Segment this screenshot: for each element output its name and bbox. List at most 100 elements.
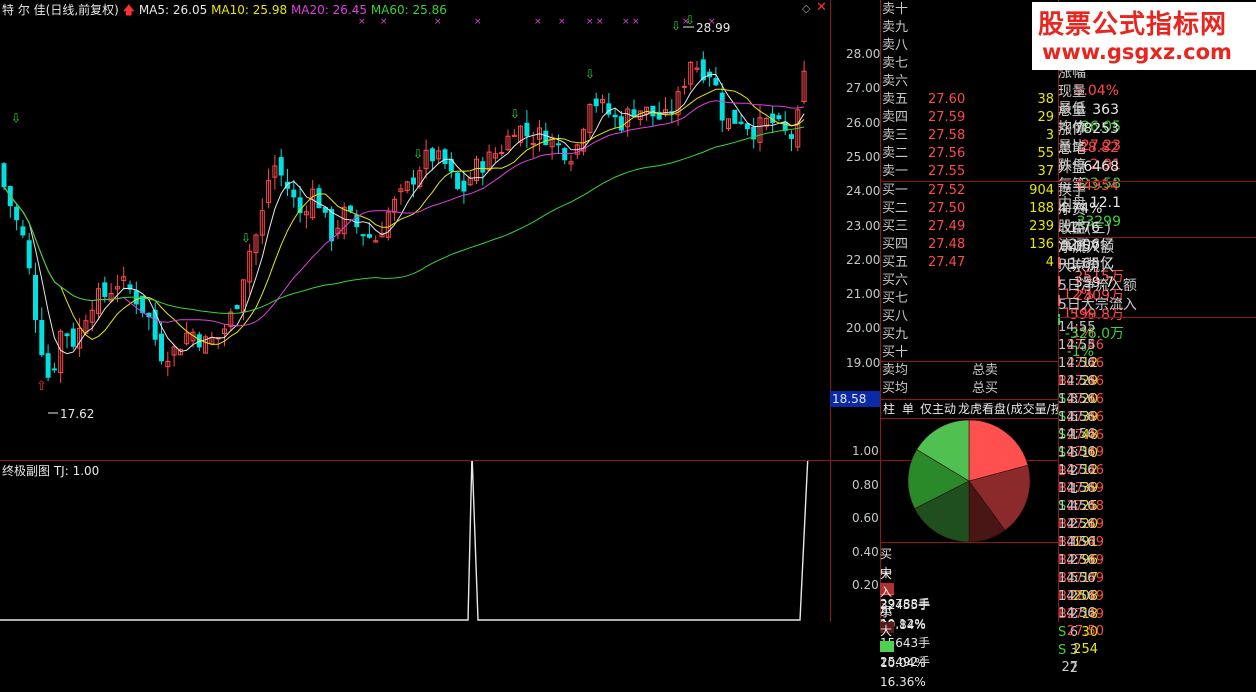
buy-level-row[interactable]: 买二 27.50 188 [880,200,1058,218]
candle-body [278,157,284,176]
watermark-title: 股票公式指标网 [1038,10,1228,40]
watermark-url: www.gsgxz.com [1042,40,1232,64]
candle-body [499,151,505,154]
sell-level-row[interactable]: 卖四 27.59 29 [880,109,1058,127]
buy-level-label: 买一 [882,183,909,198]
sell-level-row[interactable]: 卖三 27.58 3 [880,127,1058,145]
candle-body [789,134,794,139]
tick-time: 14:55 [1058,320,1096,335]
capital-flow-label: 5日大宗流入 [1058,297,1137,313]
tick-row: 14:56 27.46 20 S 1 [1058,355,1256,443]
capital-flow-row: 5日净流入额 599.8万 1% [1058,277,1256,341]
signal-marker: × [586,17,594,27]
sell-level-volume: 55 [1037,146,1054,161]
tick-row: 14:56 27.49 30 S 2 [1058,588,1256,676]
price-axis-label: 22.00 [846,252,881,267]
candle-body [26,240,32,269]
buy-level-volume: 188 [1029,201,1054,216]
sell-level-price: 27.60 [928,92,966,107]
tab-single[interactable]: 单 [902,400,914,418]
candle-body [524,122,530,137]
tab-column[interactable]: 柱 [883,400,895,418]
order-book-panel: 卖十 卖九 卖八 卖七 卖六 卖五 27.60 38 卖四 27.59 29 卖三 27.58 3 卖二 27… [880,0,1058,689]
tick-row: 14:55 27.46 12 B 3 [1058,319,1256,407]
signal-marker: × [380,17,388,27]
candle-body [360,234,366,237]
price-axis-label: 20.00 [846,321,881,336]
quote-row: 总笔 6468 每笔 12.1 [1058,140,1256,211]
tick-volume: 254 [1073,642,1098,658]
candle-body [681,85,687,88]
watermark-logo: 股票公式指标网 www.gsgxz.com [1032,2,1256,70]
pie-chart [907,419,1031,543]
tick-time: 14:56 [1058,463,1096,479]
tick-time: 14:56 [1058,552,1096,568]
sell-level-row[interactable]: 卖一 27.55 37 [880,163,1058,181]
sell-level-row[interactable]: 卖六 [880,73,1058,91]
sell-level-label: 卖三 [882,128,909,143]
buy-level-row[interactable]: 买九 [880,326,1058,344]
candle-body [291,189,297,198]
buy-level-row[interactable]: 买五 27.47 4 [880,254,1058,272]
avg-buy-label: 买均 [882,381,909,396]
buy-level-row[interactable]: 买一 27.52 904 [880,182,1058,200]
tab-active-only[interactable]: 仅主动 [920,400,956,418]
candle-body [455,172,461,189]
price-axis-label: 25.00 [846,149,881,164]
flow-legend-row: 中 29788手 19.12% [880,563,1078,631]
avg-sell-label: 卖均 [882,363,909,378]
tab-dragon-tiger[interactable]: 龙虎看盘(成交量/按 [958,400,1058,418]
sell-signal-arrow-icon: ⇩ [241,231,251,245]
flow-size-label: 大 [880,624,893,638]
tick-time: 14:56 [1058,373,1096,389]
kline-chart[interactable]: 特 尔 佳(日线,前复权) 🡅 MA5: 26.05 MA10: 25.98 M… [0,0,830,460]
candle-body [411,177,416,185]
flow-percent: 16.36% [880,675,926,689]
tick-time: 14:56 [1058,355,1096,371]
total-sell-label: 总卖 [972,363,999,378]
sub-axis-label: 0.60 [852,511,879,526]
fundamental-row: 净资 1.76 流通 1.65亿 [1058,201,1256,272]
sub-axis-label: 0.20 [852,578,879,593]
tick-row: 14:56 27.48 20 B 2 [1058,480,1256,568]
candle-body [316,188,322,209]
sell-level-label: 卖五 [882,92,909,107]
tick-time: 14:56 [1058,445,1096,461]
buy-level-row[interactable]: 买六 [880,272,1058,290]
signal-marker: × [622,17,630,27]
tick-row: 14:56 27.49 96 B 2 [1058,516,1256,604]
tick-row: 14:56 27.46 39 S 2 [1058,444,1256,532]
buy-level-row[interactable]: 买十 [880,344,1058,362]
fund-label: 换手 [1058,183,1086,199]
buy-level-label: 买九 [882,327,909,342]
capital-flow-label: 5日净流入额 [1058,278,1137,294]
flow-volume: 25492手 [880,655,931,669]
sell-level-label: 卖六 [882,74,909,89]
total-buy-label: 总买 [972,381,999,396]
sell-level-label: 卖十 [882,2,909,17]
sell-level-row[interactable]: 卖五 27.60 38 [880,91,1058,109]
flow-legend-row: 入小 15643手 10.04% [880,582,1078,670]
sell-level-price: 27.55 [928,164,966,179]
price-axis-label: 23.00 [846,218,881,233]
signal-marker: × [434,17,442,27]
candle-body [14,206,20,221]
sell-level-volume: 29 [1037,110,1054,125]
buy-level-row[interactable]: 买四 27.48 136 [880,236,1058,254]
candle-body [33,275,38,321]
sell-level-row[interactable]: 卖二 27.56 55 [880,145,1058,163]
buy-level-row[interactable]: 买三 27.49 239 [880,218,1058,236]
flow-legend-row: 卖大 25492手 16.36% [880,601,1078,689]
buy-level-price: 27.47 [928,255,966,270]
tick-count: 27 [1061,660,1078,676]
buy-level-label: 买六 [882,273,909,288]
sell-signal-arrow-icon: ⇩ [685,13,695,27]
buy-level-volume: 4 [1045,255,1054,270]
buy-level-row[interactable]: 买八 [880,308,1058,326]
tick-time: 14:56 [1058,481,1096,497]
buy-level-row[interactable]: 买七 [880,290,1058,308]
candle-body [20,226,26,236]
price-axis-label: 28.00 [846,47,881,61]
sub-chart[interactable]: 终极副图 TJ: 1.00 [0,460,830,622]
sell-level-volume: 38 [1037,92,1054,107]
